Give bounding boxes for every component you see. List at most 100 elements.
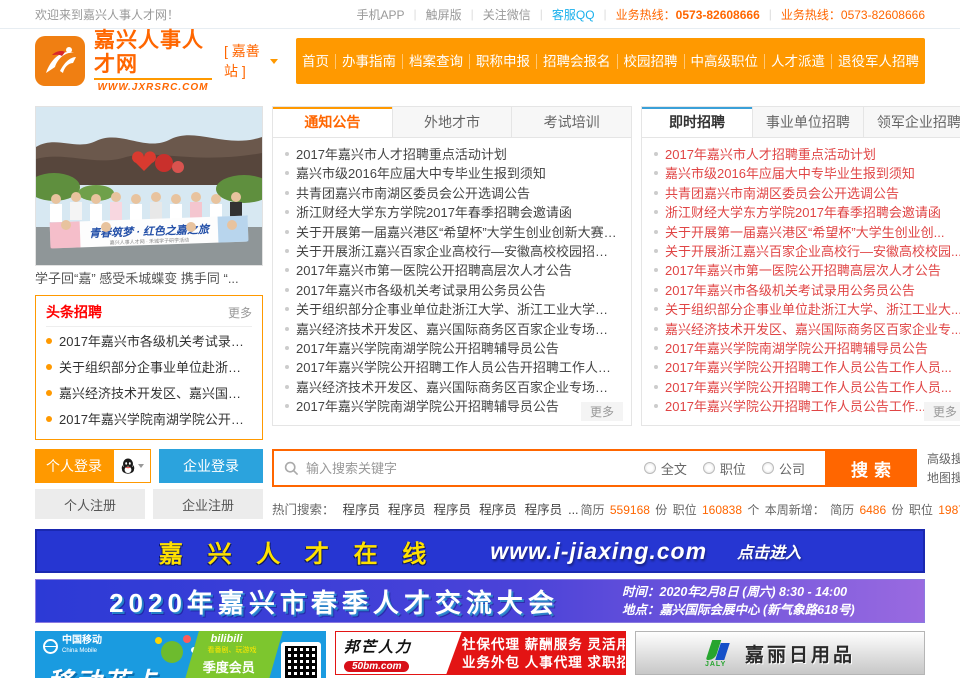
notice-item[interactable]: 嘉兴市级2016年应届大中专毕业生报到须知	[285, 164, 619, 183]
china-mobile-globe-icon	[43, 639, 58, 654]
separator: |	[471, 7, 474, 21]
separator: |	[413, 7, 416, 21]
notice-item[interactable]: 2017年嘉兴市各级机关考试录用公务员公告	[285, 281, 619, 300]
job-item[interactable]: 浙江财经大学东方学院2017年春季招聘会邀请函	[654, 203, 960, 222]
tab-outside-market[interactable]: 外地才市	[392, 107, 512, 137]
map-search-link[interactable]: 地图搜索	[927, 469, 960, 488]
search-input[interactable]	[306, 461, 644, 476]
headline-item[interactable]: 关于组织部分企事业单位赴浙江大学...	[46, 355, 252, 381]
jobs-more-link[interactable]: 更多	[924, 402, 960, 421]
tab-instant-jobs[interactable]: 即时招聘	[642, 107, 752, 137]
hot-search-term[interactable]: 程序员	[525, 499, 563, 518]
china-mobile-ad[interactable]: 中国移动China Mobile 移动花卡 bilibili 看番剧、玩游戏 季…	[35, 631, 326, 678]
job-item[interactable]: 嘉兴经济技术开发区、嘉兴国际商务区百家企业专...	[654, 320, 960, 339]
job-item[interactable]: 关于开展浙江嘉兴百家企业高校行—安徽高校校园...	[654, 242, 960, 261]
site-url: WWW.JXRSRC.COM	[94, 78, 212, 93]
nav-item-senior[interactable]: 中高级职位	[684, 54, 765, 69]
nav-item-jobfair[interactable]: 招聘会报名	[536, 54, 617, 69]
hot-search-term[interactable]: 程序员	[434, 499, 472, 518]
company-login-button[interactable]: 企业登录	[159, 449, 263, 483]
china-mobile-logo: 中国移动China Mobile	[43, 636, 102, 656]
notice-item[interactable]: 关于组织部分企事业单位赴浙江大学、浙江工业大学招聘人才的...	[285, 300, 619, 319]
jiaxing-talent-online-banner[interactable]: 嘉 兴 人 才 在 线 www.i-jiaxing.com 点击进入	[35, 529, 925, 573]
scope-radio-position[interactable]: 职位	[703, 459, 746, 478]
nav-item-dispatch[interactable]: 人才派遣	[764, 54, 831, 69]
runner-icon	[40, 41, 80, 81]
news-photo[interactable]: 青春筑梦 · 红色之嘉之旅 嘉兴人事人才网 · 禾城学子研学活动	[35, 106, 263, 266]
jiali-ad[interactable]: JALY 嘉丽日用品	[635, 631, 925, 675]
job-item[interactable]: 共青团嘉兴市南湖区委员会公开选调公告	[654, 184, 960, 203]
tab-public-institution-jobs[interactable]: 事业单位招聘	[752, 107, 863, 137]
radio-icon	[762, 462, 774, 474]
job-item[interactable]: 2017年嘉兴学院公开招聘工作人员公告工作人员...	[654, 378, 960, 397]
qq-login-button[interactable]	[113, 449, 151, 483]
company-register-button[interactable]: 企业注册	[153, 489, 263, 519]
job-item[interactable]: 2017年嘉兴市第一医院公开招聘高层次人才公告	[654, 261, 960, 280]
tab-leading-company-jobs[interactable]: 领军企业招聘	[863, 107, 960, 137]
notice-item[interactable]: 嘉兴经济技术开发区、嘉兴国际商务区百家企业专场招聘会公告	[285, 378, 619, 397]
nav-item-campus[interactable]: 校园招聘	[617, 54, 684, 69]
resume-count: 559168	[610, 503, 650, 517]
job-item[interactable]: 关于开展第一届嘉兴港区“希望杯”大学生创业创...	[654, 223, 960, 242]
headline-item[interactable]: 嘉兴经济技术开发区、嘉兴国际商务...	[46, 381, 252, 407]
hot-search-term[interactable]: 程序员	[388, 499, 426, 518]
advanced-search-link[interactable]: 高级搜索	[927, 450, 960, 469]
notice-item[interactable]: 嘉兴经济技术开发区、嘉兴国际商务区百家企业专场招聘会公告	[285, 320, 619, 339]
scope-radio-company[interactable]: 公司	[762, 459, 805, 478]
job-item[interactable]: 嘉兴市级2016年应届大中专毕业生报到须知	[654, 164, 960, 183]
scope-radio-fulltext[interactable]: 全文	[644, 459, 687, 478]
search-button[interactable]: 搜索	[825, 449, 917, 487]
notice-item[interactable]: 关于开展第一届嘉兴港区“希望杯”大学生创业创新大赛的通知	[285, 223, 619, 242]
headline-item[interactable]: 2017年嘉兴市各级机关考试录用公务...	[46, 329, 252, 355]
personal-login-button[interactable]: 个人登录	[35, 449, 113, 483]
hot-search-term[interactable]: 程序员	[479, 499, 517, 518]
notice-item[interactable]: 2017年嘉兴市人才招聘重点活动计划	[285, 145, 619, 164]
nav-item-archives[interactable]: 档案查询	[402, 54, 469, 69]
job-item[interactable]: 2017年嘉兴市各级机关考试录用公务员公告	[654, 281, 960, 300]
headline-item[interactable]: 2017年嘉兴学院南湖学院公开招聘辅...	[46, 407, 252, 433]
photo-caption[interactable]: 学子回“嘉” 感受禾城蝶变 携手同 “...	[35, 269, 263, 289]
station-label: [ 嘉善站 ]	[224, 41, 265, 81]
headline-more-link[interactable]: 更多	[228, 304, 252, 321]
notice-item[interactable]: 2017年嘉兴学院南湖学院公开招聘辅导员公告	[285, 397, 619, 416]
main-nav: 首页 办事指南 档案查询 职称申报 招聘会报名 校园招聘 中高级职位 人才派遣 …	[296, 38, 925, 84]
nav-item-title-declare[interactable]: 职称申报	[469, 54, 536, 69]
site-name: 嘉兴人事人才网	[94, 29, 212, 77]
job-item[interactable]: 2017年嘉兴学院南湖学院公开招聘辅导员公告	[654, 339, 960, 358]
tab-notice[interactable]: 通知公告	[273, 107, 392, 137]
job-count: 160838	[702, 503, 742, 517]
spring-jobfair-banner[interactable]: 2020年嘉兴市春季人才交流大会 时间：2020年2月8日 (周六) 8:30 …	[35, 579, 925, 623]
notice-item[interactable]: 浙江财经大学东方学院2017年春季招聘会邀请函	[285, 203, 619, 222]
topbar-link-app[interactable]: 手机APP	[356, 6, 404, 23]
banner1-url: www.i-jiaxing.com	[490, 538, 707, 565]
notice-item[interactable]: 关于开展浙江嘉兴百家企业高校行—安徽高校校园招聘活动的通...	[285, 242, 619, 261]
mobile-ad-member: 季度会员	[203, 657, 273, 676]
job-item[interactable]: 2017年嘉兴市人才招聘重点活动计划	[654, 145, 960, 164]
notice-item[interactable]: 2017年嘉兴学院公开招聘工作人员公告开招聘工作人员公告开...	[285, 358, 619, 377]
banner1-title: 嘉 兴 人 才 在 线	[159, 534, 435, 569]
notice-item[interactable]: 共青团嘉兴市南湖区委员会公开选调公告	[285, 184, 619, 203]
site-logo[interactable]	[35, 36, 85, 86]
week-job-count: 19872	[938, 503, 960, 517]
tab-exam-training[interactable]: 考试培训	[511, 107, 631, 137]
station-selector[interactable]: [ 嘉善站 ]	[224, 41, 278, 81]
notice-more-link[interactable]: 更多	[581, 402, 623, 421]
topbar: 欢迎来到嘉兴人事人才网！ 手机APP | 触屏版 | 关注微信 | 客服QQ |…	[0, 0, 960, 29]
jiali-name: 嘉丽日用品	[745, 640, 855, 667]
personal-register-button[interactable]: 个人注册	[35, 489, 145, 519]
bangmang-hr-ad[interactable]: 邦芒人力 50bm.com 社保代理 薪酬服务 灵活用工 业务外包 人事代理 求…	[335, 631, 626, 675]
notice-item[interactable]: 2017年嘉兴学院南湖学院公开招聘辅导员公告	[285, 339, 619, 358]
hot-search-term[interactable]: 程序员	[343, 499, 381, 518]
job-item[interactable]: 关于组织部分企事业单位赴浙江大学、浙江工业大...	[654, 300, 960, 319]
nav-item-veterans[interactable]: 退役军人招聘	[831, 54, 925, 69]
nav-item-guide[interactable]: 办事指南	[335, 54, 402, 69]
header: 嘉兴人事人才网 WWW.JXRSRC.COM [ 嘉善站 ] 首页 办事指南 档…	[0, 29, 960, 93]
topbar-link-wechat[interactable]: 关注微信	[483, 6, 531, 23]
bangmang-services-line1: 社保代理 薪酬服务 灵活用工	[462, 636, 626, 654]
topbar-link-touch[interactable]: 触屏版	[426, 6, 462, 23]
notice-item[interactable]: 2017年嘉兴市第一医院公开招聘高层次人才公告	[285, 261, 619, 280]
job-item[interactable]: 2017年嘉兴学院公开招聘工作人员公告工作人员...	[654, 358, 960, 377]
nav-item-home[interactable]: 首页	[296, 54, 335, 69]
topbar-link-qq[interactable]: 客服QQ	[552, 6, 595, 23]
job-item[interactable]: 2017年嘉兴学院公开招聘工作人员公告工作...	[654, 397, 960, 416]
